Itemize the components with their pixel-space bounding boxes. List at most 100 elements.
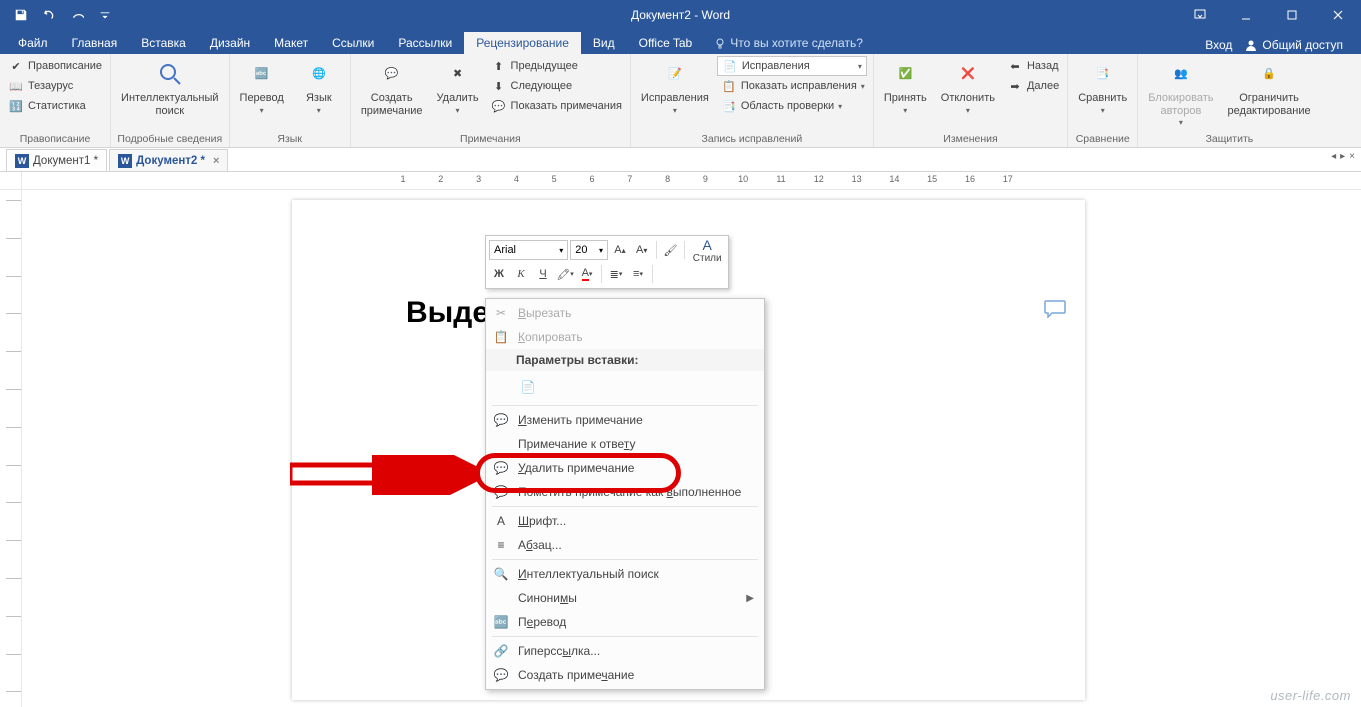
reviewing-pane-button[interactable]: 📑Область проверки▾ [717,96,869,116]
group-label-comments: Примечания [355,132,626,147]
word-file-icon: W [118,154,132,168]
ctx-smart-lookup[interactable]: 🔍Интеллектуальный поиск [486,562,764,586]
doctab-document2[interactable]: W Документ2 * × [109,149,228,171]
ctx-new-comment[interactable]: 💬Создать примечание [486,663,764,687]
block-authors-button[interactable]: 👥Блокировать авторов▾ [1142,56,1219,129]
previous-icon: ⬆ [491,58,507,74]
ctx-edit-comment[interactable]: 💬Изменить примечание [486,408,764,432]
mini-italic-button[interactable]: К [511,264,531,284]
ctx-paragraph[interactable]: ≡Абзац... [486,533,764,557]
previous-comment-button[interactable]: ⬆Предыдущее [487,56,626,76]
mini-toolbar: Arial▾ 20▾ A▴ A▾ 🖌 AСтили Ж К Ч 🖍▾ A▾ ≣▾… [485,235,729,289]
translate-button[interactable]: 🔤 Перевод▾ [234,56,290,117]
new-comment-button[interactable]: 💬 Создать примечание [355,56,429,119]
ctx-font[interactable]: AШрифт... [486,509,764,533]
ctx-delete-comment[interactable]: 💬Удалить примечание [486,456,764,480]
sign-in[interactable]: Вход [1205,38,1232,52]
tab-close-all-icon[interactable]: × [1349,151,1355,162]
group-label-proofing: Правописание [4,132,106,147]
spelling-icon: ✔ [8,58,24,74]
markup-icon: 📋 [721,78,737,94]
ctx-reply-comment[interactable]: Примечание к ответу [486,432,764,456]
tab-layout[interactable]: Макет [262,32,320,54]
next-icon: ⬇ [491,78,507,94]
doctab-document1[interactable]: W Документ1 * [6,149,107,171]
tab-review[interactable]: Рецензирование [464,32,581,54]
minimize-button[interactable] [1223,0,1269,30]
smart-lookup-icon: 🔍 [492,565,510,583]
wordcount-button[interactable]: 🔢Статистика [4,96,106,116]
mini-bullets-button[interactable]: ≣▾ [606,264,626,284]
reject-button[interactable]: ❌Отклонить▾ [935,56,1001,117]
ruler-corner [0,172,22,189]
comment-marker-icon[interactable] [1044,300,1066,318]
ctx-mark-done[interactable]: 💬Пометить примечание как выполненное [486,480,764,504]
save-icon[interactable] [8,2,34,28]
mini-numbering-button[interactable]: ≡▾ [628,264,648,284]
tab-references[interactable]: Ссылки [320,32,386,54]
close-tab-icon[interactable]: × [213,155,219,167]
mini-underline-button[interactable]: Ч [533,264,553,284]
ctx-synonyms[interactable]: Синонимы▶ [486,586,764,610]
tab-nav-right-icon[interactable]: ▸ [1340,151,1345,162]
cut-icon: ✂ [492,304,510,322]
tab-home[interactable]: Главная [60,32,130,54]
show-markup-button[interactable]: 📋Показать исправления▾ [717,76,869,96]
tab-design[interactable]: Дизайн [198,32,262,54]
ctx-copy[interactable]: 📋Копировать [486,325,764,349]
next-change-button[interactable]: ➡Далее [1003,76,1063,96]
restrict-editing-button[interactable]: 🔒Ограничить редактирование [1222,56,1317,119]
compare-icon: 📑 [1087,58,1119,90]
mini-font-color-button[interactable]: A▾ [577,264,597,284]
compare-button[interactable]: 📑Сравнить▾ [1072,56,1133,117]
track-changes-button[interactable]: 📝 Исправления▾ [635,56,715,117]
mini-styles-button[interactable]: AСтили [689,237,725,264]
ribbon-options-icon[interactable] [1177,0,1223,30]
mini-highlight-button[interactable]: 🖍▾ [555,264,575,284]
previous-change-button[interactable]: ⬅Назад [1003,56,1063,76]
tab-nav-left-icon[interactable]: ◂ [1331,151,1336,162]
mini-font-combo[interactable]: Arial▾ [489,240,568,260]
group-label-insights: Подробные сведения [115,132,224,147]
ctx-hyperlink[interactable]: 🔗Гиперссылка... [486,639,764,663]
thesaurus-button[interactable]: 📖Тезаурус [4,76,106,96]
paste-keep-source-icon[interactable]: 📄 [516,375,540,399]
tab-office-tab[interactable]: Office Tab [627,32,705,54]
next-comment-button[interactable]: ⬇Следующее [487,76,626,96]
reject-icon: ❌ [952,58,984,90]
accept-button[interactable]: ✅Принять▾ [878,56,933,117]
shrink-font-icon[interactable]: A▾ [632,240,652,260]
ctx-translate[interactable]: 🔤Перевод [486,610,764,634]
mini-bold-button[interactable]: Ж [489,264,509,284]
grow-font-icon[interactable]: A▴ [610,240,630,260]
ctx-paste-options-header: Параметры вставки: [486,349,764,371]
tab-view[interactable]: Вид [581,32,627,54]
tab-insert[interactable]: Вставка [129,32,198,54]
tab-file[interactable]: Файл [6,32,60,54]
ribbon-group-comments: 💬 Создать примечание ✖ Удалить▾ ⬆Предыду… [351,54,631,147]
delete-comment-button[interactable]: ✖ Удалить▾ [431,56,485,117]
maximize-button[interactable] [1269,0,1315,30]
ruler-vertical[interactable] [0,190,22,707]
redo-icon[interactable] [64,2,90,28]
person-icon [1244,38,1258,52]
smart-lookup-button[interactable]: Интеллектуальный поиск [115,56,224,119]
show-comments-button[interactable]: 💬Показать примечания [487,96,626,116]
ribbon-group-compare: 📑Сравнить▾ Сравнение [1068,54,1138,147]
ribbon-group-insights: Интеллектуальный поиск Подробные сведени… [111,54,229,147]
ruler-horizontal[interactable]: 1234567891011121314151617 [0,172,1361,190]
customize-qat-icon[interactable] [92,2,118,28]
language-button[interactable]: 🌐 Язык▾ [292,56,346,117]
share-button[interactable]: Общий доступ [1238,36,1349,54]
display-for-review-combo[interactable]: 📄Исправления▾ [717,56,867,76]
delete-comment-icon: ✖ [442,58,474,90]
close-button[interactable] [1315,0,1361,30]
forward-icon: ➡ [1007,78,1023,94]
mini-size-combo[interactable]: 20▾ [570,240,608,260]
format-painter-icon[interactable]: 🖌 [661,240,681,260]
tab-mailings[interactable]: Рассылки [386,32,464,54]
spelling-button[interactable]: ✔Правописание [4,56,106,76]
undo-icon[interactable] [36,2,62,28]
ctx-cut[interactable]: ✂Вырезать [486,301,764,325]
tell-me-search[interactable]: Что вы хотите сделать? [704,32,873,54]
